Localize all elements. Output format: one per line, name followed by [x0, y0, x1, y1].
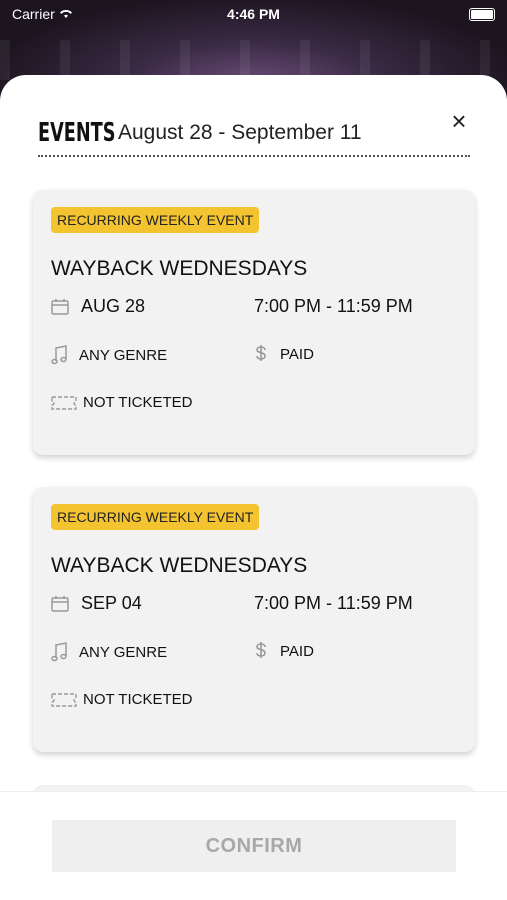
event-card[interactable]: RECURRING WEEKLY EVENT WAYBACK WEDNESDAY…: [33, 190, 475, 455]
event-card[interactable]: RECURRING WEEKLY EVENT WAYBACK WEDNESDAY…: [33, 487, 475, 752]
event-price-label: PAID: [280, 345, 314, 363]
music-note-icon: [51, 345, 67, 365]
event-ticketing-label: NOT TICKETED: [83, 394, 193, 411]
event-name: WAYBACK WEDNESDAYS: [51, 257, 308, 280]
status-bar: Carrier 4:46 PM: [0, 0, 507, 28]
calendar-icon: [51, 298, 69, 315]
event-ticketing-label: NOT TICKETED: [83, 691, 193, 708]
event-ticketing: NOT TICKETED: [51, 394, 192, 411]
confirm-button[interactable]: CONFIRM: [52, 820, 456, 872]
event-genre-label: ANY GENRE: [79, 643, 168, 661]
music-note-icon: [51, 642, 67, 662]
event-time: 7:00 PM - 11:59 PM: [254, 296, 413, 316]
event-date-label: SEP 04: [81, 593, 142, 613]
calendar-icon: [51, 595, 69, 612]
ticket-icon: [51, 692, 77, 707]
event-price: PAID: [254, 345, 314, 363]
event-name: WAYBACK WEDNESDAYS: [51, 554, 308, 577]
dollar-icon: [254, 345, 268, 363]
recurring-badge: RECURRING WEEKLY EVENT: [51, 504, 260, 530]
dollar-icon: [254, 642, 268, 660]
event-genre-label: ANY GENRE: [79, 346, 168, 364]
event-price: PAID: [254, 642, 314, 660]
date-range: August 28 - September 11: [118, 121, 362, 144]
close-icon[interactable]: ×: [445, 107, 473, 135]
event-date-label: AUG 28: [81, 296, 146, 316]
event-genre: ANY GENRE: [51, 642, 167, 662]
page-title: EVENTS: [38, 118, 116, 148]
event-date: AUG 28: [51, 296, 145, 317]
events-sheet: EVENTS August 28 - September 11 × RECURR…: [0, 75, 507, 900]
sheet-footer: CONFIRM: [0, 791, 507, 900]
event-price-label: PAID: [280, 642, 314, 660]
ticket-icon: [51, 395, 77, 410]
event-date: SEP 04: [51, 593, 142, 614]
status-time: 4:46 PM: [227, 6, 280, 22]
sheet-header: EVENTS August 28 - September 11: [38, 111, 470, 157]
event-genre: ANY GENRE: [51, 345, 167, 365]
event-time: 7:00 PM - 11:59 PM: [254, 593, 413, 613]
event-ticketing: NOT TICKETED: [51, 691, 192, 708]
battery-icon: [469, 8, 495, 21]
recurring-badge: RECURRING WEEKLY EVENT: [51, 207, 260, 233]
